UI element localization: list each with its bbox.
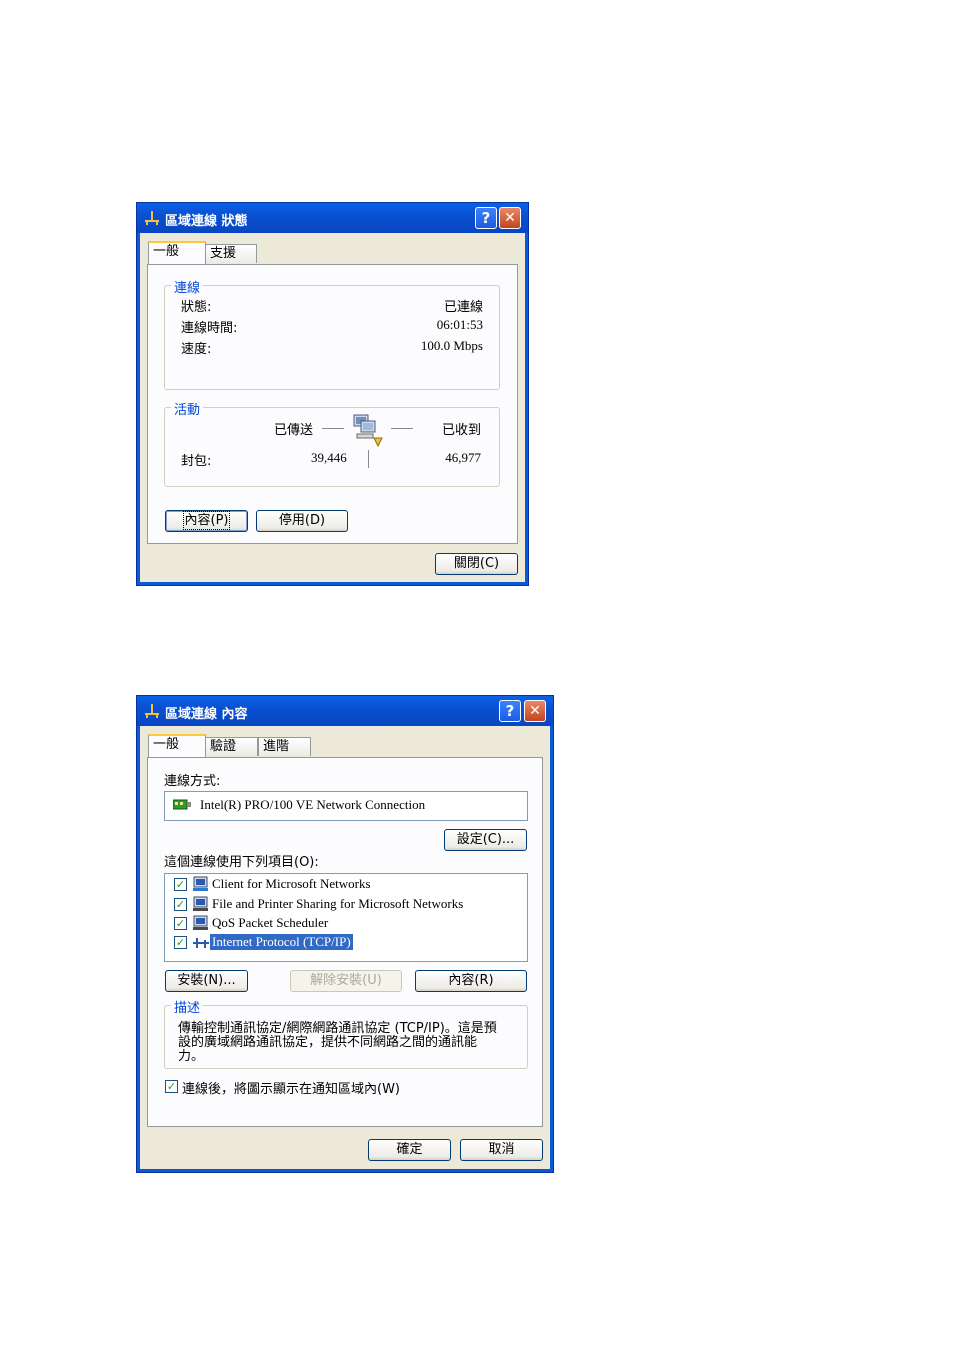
components-list[interactable]: ✓ Client for Microsoft Networks ✓ File a… [164, 873, 528, 962]
ok-button[interactable]: 確定 [368, 1139, 451, 1161]
description-line2: 設的廣域網路通訊協定，提供不同網路之間的通訊能 [178, 1035, 478, 1050]
duration-label: 連線時間: [181, 321, 238, 336]
activity-group-label: 活動 [171, 399, 204, 418]
uninstall-button-label: 解除安裝(U) [310, 973, 382, 988]
show-icon-label[interactable]: 連線後，將圖示顯示在通知區域內(W) [182, 1078, 400, 1097]
tab-support[interactable]: 支援 [205, 244, 257, 263]
tcpip-item-label[interactable]: Internet Protocol (TCP/IP) [209, 933, 354, 951]
speed-value: 100.0 Mbps [420, 338, 483, 353]
sent-dash [322, 428, 344, 429]
window-title: 區域連線 內容 [165, 707, 248, 722]
packets-received-value: 46,977 [445, 450, 481, 465]
close-button[interactable]: 關閉(C) [435, 553, 518, 575]
tab-advanced[interactable]: 進階 [258, 737, 311, 756]
tcpip-checkbox[interactable]: ✓ [174, 936, 187, 949]
status-titlebar[interactable]: 區域連線 狀態 ? ✕ [137, 203, 528, 233]
description-group: 描述 傳輸控制通訊協定/網際網路通訊協定 (TCP/IP)。這是預 設的廣域網路… [164, 997, 528, 1069]
packets-sent-value: 39,446 [311, 450, 347, 465]
network-service-icon [193, 915, 208, 930]
network-connection-icon [145, 211, 159, 225]
close-window-button[interactable]: ✕ [524, 700, 546, 722]
install-button-label: 安裝(N)... [177, 973, 236, 988]
client-checkbox[interactable]: ✓ [174, 878, 187, 891]
file-sharing-item-label[interactable]: File and Printer Sharing for Microsoft N… [212, 896, 463, 912]
activity-divider [368, 450, 369, 468]
uninstall-button[interactable]: 解除安裝(U) [290, 970, 402, 992]
cancel-button[interactable]: 取消 [460, 1139, 543, 1161]
properties-button-label: 內容(P) [182, 511, 231, 530]
network-client-icon [193, 876, 208, 891]
status-label: 狀態: [181, 300, 212, 315]
network-adapter-icon [173, 799, 191, 810]
qos-checkbox[interactable]: ✓ [174, 917, 187, 930]
received-dash [391, 428, 413, 429]
status-dialog: 區域連線 狀態 ? ✕ 一般 支援 連線 狀態: 已連線 連線時間: 06:01… [136, 202, 529, 586]
qos-item-label[interactable]: QoS Packet Scheduler [212, 915, 328, 931]
properties-tabs: 一般 驗證 進階 [148, 734, 318, 757]
item-properties-button[interactable]: 內容(R) [415, 970, 527, 992]
connection-group: 連線 狀態: 已連線 連線時間: 06:01:53 速度: 100.0 Mbps [164, 277, 500, 390]
window-title: 區域連線 狀態 [165, 214, 248, 229]
file-sharing-checkbox[interactable]: ✓ [174, 898, 187, 911]
connection-group-label: 連線 [171, 277, 204, 296]
tab-general[interactable]: 一般 [148, 734, 206, 757]
protocol-icon [193, 938, 209, 948]
activity-group: 活動 已傳送 已收到 封包: 39,446 46,977 [164, 399, 500, 487]
properties-dialog: 區域連線 內容 ? ✕ 一般 驗證 進階 連線方式: Intel(R) PRO/… [136, 695, 554, 1173]
properties-button[interactable]: 內容(P) [165, 510, 248, 532]
tab-authentication[interactable]: 驗證 [205, 737, 258, 756]
status-value: 已連線 [443, 300, 483, 315]
description-line3: 力。 [178, 1049, 205, 1064]
close-button-label: 關閉(C) [453, 556, 500, 571]
status-tabs: 一般 支援 [148, 241, 268, 264]
received-label: 已收到 [441, 423, 481, 438]
help-button[interactable]: ? [475, 207, 497, 229]
disable-button-label: 停用(D) [278, 513, 326, 528]
client-item-label[interactable]: Client for Microsoft Networks [212, 876, 371, 892]
show-icon-checkbox[interactable]: ✓ [165, 1080, 178, 1093]
adapter-field: Intel(R) PRO/100 VE Network Connection [164, 791, 528, 821]
packets-label: 封包: [181, 454, 212, 469]
disable-button[interactable]: 停用(D) [256, 510, 348, 532]
close-window-button[interactable]: ✕ [499, 207, 521, 229]
ok-button-label: 確定 [396, 1142, 423, 1157]
help-button[interactable]: ? [499, 700, 521, 722]
network-service-icon [193, 896, 208, 911]
description-group-label: 描述 [171, 997, 204, 1016]
properties-client: 一般 驗證 進階 連線方式: Intel(R) PRO/100 VE Netwo… [140, 726, 550, 1169]
properties-panel: 連線方式: Intel(R) PRO/100 VE Network Connec… [147, 757, 543, 1127]
network-activity-icon [353, 414, 383, 448]
cancel-button-label: 取消 [488, 1142, 515, 1157]
item-properties-button-label: 內容(R) [448, 973, 494, 988]
properties-titlebar[interactable]: 區域連線 內容 ? ✕ [137, 696, 553, 726]
speed-label: 速度: [181, 342, 212, 357]
connect-using-label: 連線方式: [164, 774, 221, 789]
sent-label: 已傳送 [274, 423, 314, 438]
status-client: 一般 支援 連線 狀態: 已連線 連線時間: 06:01:53 速度: 100.… [140, 233, 525, 582]
adapter-name: Intel(R) PRO/100 VE Network Connection [200, 797, 426, 812]
configure-button-label: 設定(C)... [456, 832, 515, 847]
install-button[interactable]: 安裝(N)... [165, 970, 248, 992]
configure-button[interactable]: 設定(C)... [444, 829, 527, 851]
status-panel: 連線 狀態: 已連線 連線時間: 06:01:53 速度: 100.0 Mbps… [147, 264, 518, 544]
tab-general[interactable]: 一般 [148, 241, 206, 264]
duration-value: 06:01:53 [436, 317, 483, 332]
network-connection-icon [145, 704, 159, 718]
items-label: 這個連線使用下列項目(O): [164, 855, 319, 870]
